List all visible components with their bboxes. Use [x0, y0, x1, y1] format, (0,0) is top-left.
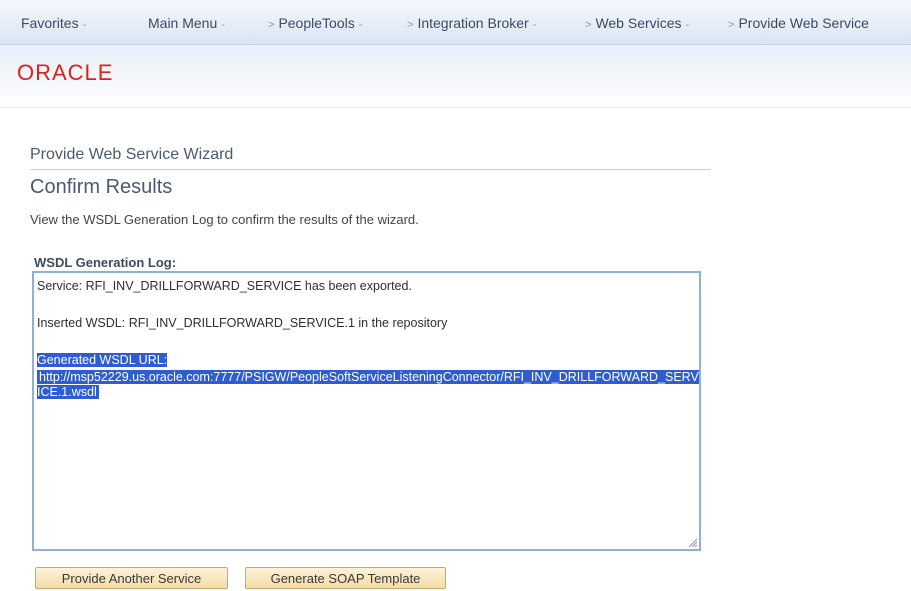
chevron-down-icon: - [358, 19, 363, 31]
instructions-text: View the WSDL Generation Log to confirm … [30, 212, 419, 227]
resize-grip-icon[interactable] [687, 537, 697, 547]
wsdl-generation-log-textarea[interactable]: Service: RFI_INV_DRILLFORWARD_SERVICE ha… [32, 271, 701, 551]
nav-menu-web-services[interactable]: > Web Services - [585, 15, 689, 31]
nav-peopletools-label: PeopleTools [278, 15, 355, 31]
nav-main-menu-label: Main Menu [148, 15, 218, 31]
nav-favorites-label: Favorites [21, 15, 79, 31]
wsdl-log-label: WSDL Generation Log: [34, 255, 177, 270]
chevron-down-icon: - [82, 19, 87, 31]
log-selected-url: http://msp52229.us.oracle.com:7777/PSIGW… [37, 370, 699, 399]
nav-provide-web-service-label: Provide Web Service [738, 15, 869, 31]
oracle-logo: ORACLE [17, 60, 114, 85]
log-selected-url-label: Generated WSDL URL: [37, 353, 168, 367]
nav-menu-favorites[interactable]: Favorites - [21, 15, 86, 31]
nav-integration-broker-label: Integration Broker [417, 15, 529, 31]
nav-menu-integration-broker[interactable]: > Integration Broker - [407, 15, 536, 31]
log-line-inserted: Inserted WSDL: RFI_INV_DRILLFORWARD_SERV… [37, 316, 448, 330]
chevron-down-icon: - [532, 19, 537, 31]
generate-soap-template-button[interactable]: Generate SOAP Template [245, 567, 446, 589]
page-title: Confirm Results [30, 176, 173, 198]
top-navigation-bar: Favorites - Main Menu - > PeopleTools - > Int… [0, 0, 911, 45]
nav-web-services-label: Web Services [595, 15, 682, 31]
chevron-down-icon: - [685, 19, 690, 31]
log-line-url-label: Generated WSDL URL: [37, 352, 696, 369]
breadcrumb-separator-icon: > [268, 19, 275, 31]
breadcrumb-separator-icon: > [407, 19, 414, 31]
chevron-down-icon: - [221, 19, 225, 31]
title-divider [30, 169, 711, 170]
log-line-exported: Service: RFI_INV_DRILLFORWARD_SERVICE ha… [37, 279, 412, 293]
wizard-title: Provide Web Service Wizard [30, 146, 234, 163]
nav-menu-peopletools[interactable]: > PeopleTools - [268, 15, 362, 31]
breadcrumb-separator-icon: > [585, 19, 592, 31]
log-generated-url: http://msp52229.us.oracle.com:7777/PSIGW… [37, 370, 699, 400]
nav-menu-provide-web-service[interactable]: > Provide Web Service [728, 15, 869, 31]
breadcrumb-separator-icon: > [728, 19, 735, 31]
log-blank-line [37, 295, 696, 315]
provide-another-service-button[interactable]: Provide Another Service [35, 567, 228, 589]
log-blank-line [37, 332, 696, 352]
branding-band: ORACLE [0, 45, 911, 108]
nav-menu-main-menu[interactable]: Main Menu - [148, 15, 225, 31]
